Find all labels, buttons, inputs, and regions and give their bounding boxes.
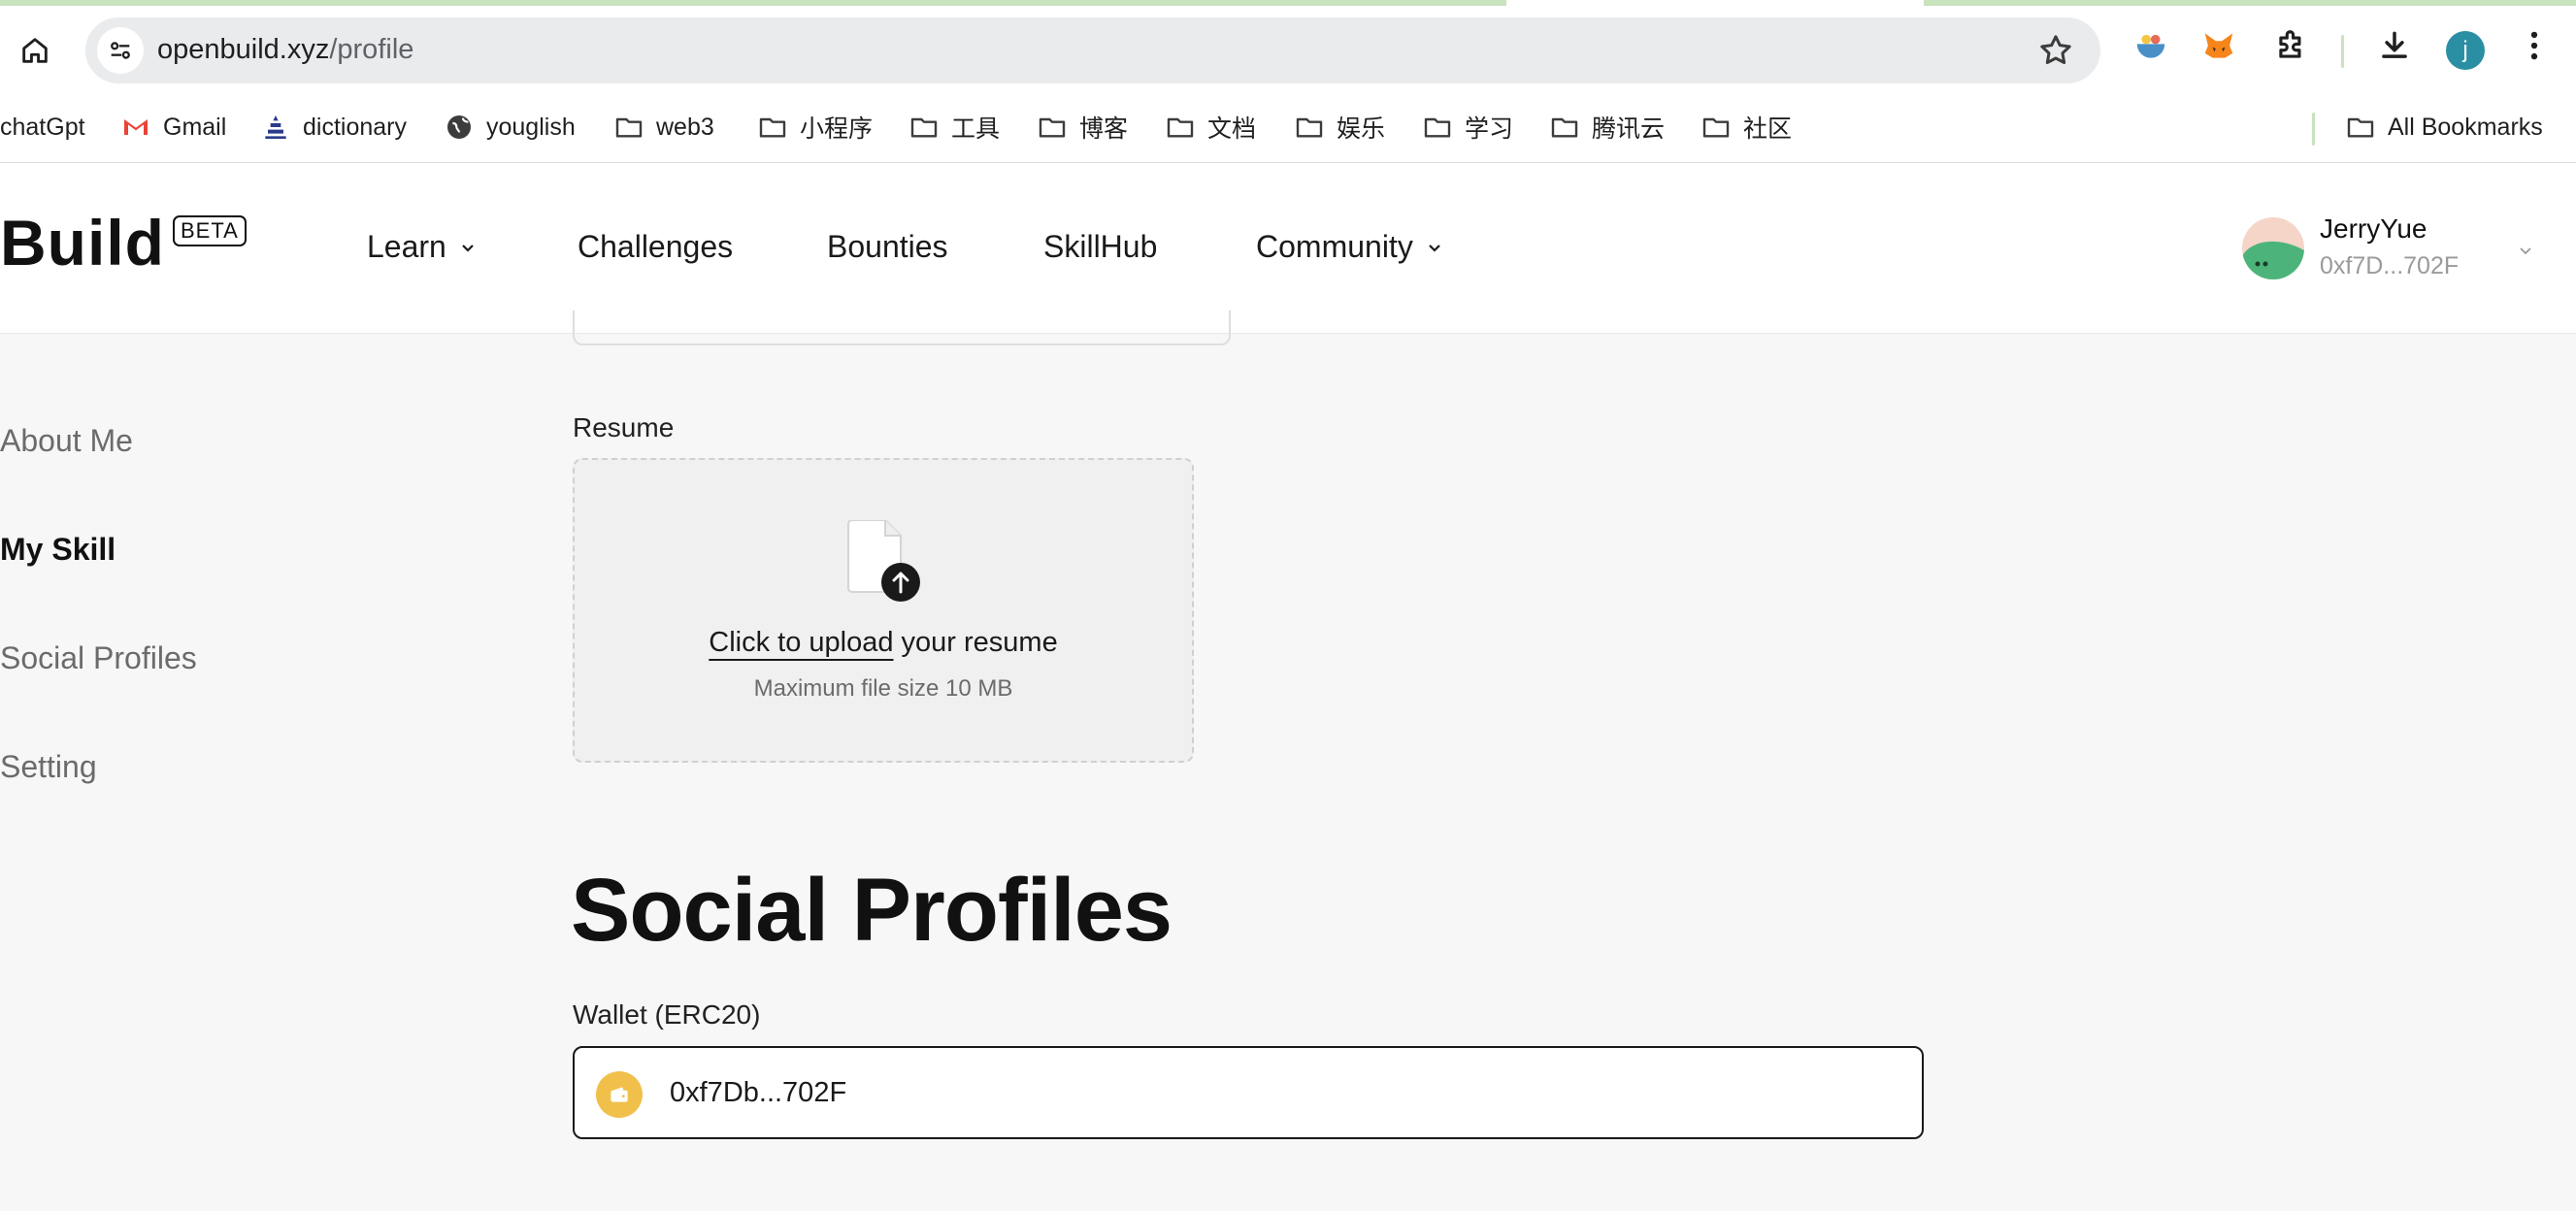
dictionary-icon	[265, 115, 286, 139]
user-name[interactable]: JerryYue	[2320, 213, 2427, 245]
nav-learn[interactable]: Learn	[367, 229, 479, 265]
folder-icon	[910, 117, 938, 138]
avatar[interactable]	[2242, 217, 2304, 279]
bookmark-folder-tools[interactable]: 工具	[908, 111, 1000, 144]
gmail-icon	[124, 119, 148, 135]
site-header: Build BETA Learn Challenges Bounties Ski…	[0, 163, 2576, 334]
wallet-address-value: 0xf7Db...702F	[670, 1077, 847, 1108]
bookmark-folder-entertainment[interactable]: 娱乐	[1294, 111, 1385, 144]
bookmarks-bar: chatGpt Gmail dictionary youglish web3 小…	[0, 105, 2576, 149]
bookmark-dictionary[interactable]: dictionary	[260, 111, 407, 144]
tab-strip	[0, 0, 2576, 6]
folder-icon	[1039, 117, 1066, 138]
bookmark-youglish[interactable]: youglish	[444, 111, 576, 144]
resume-upload-dropzone[interactable]: Click to upload your resume Maximum file…	[573, 458, 1194, 763]
wallet-field[interactable]: 0xf7Db...702F	[573, 1046, 1924, 1139]
nav-skillhub[interactable]: SkillHub	[1043, 229, 1157, 265]
home-icon	[22, 38, 48, 63]
bookmark-folder-study[interactable]: 学习	[1422, 111, 1513, 144]
sidebar-item-my-skill[interactable]: My Skill	[0, 532, 116, 568]
avatar-illustration	[2242, 241, 2304, 279]
tune-icon	[111, 42, 130, 59]
browser-chrome: openbuild.xyz/profile j chatGpt Gmail di…	[0, 0, 2576, 163]
extension-bowl-icon[interactable]	[2129, 23, 2173, 68]
sidebar-item-social-profiles[interactable]: Social Profiles	[0, 640, 197, 676]
metamask-fox-icon[interactable]	[2196, 23, 2241, 68]
toolbar-divider	[2341, 35, 2344, 68]
bookmark-chatgpt[interactable]: chatGpt	[0, 111, 85, 144]
chevron-down-icon[interactable]	[2514, 239, 2537, 262]
bookmark-star-icon[interactable]	[2036, 31, 2075, 70]
url-text[interactable]: openbuild.xyz/profile	[157, 34, 413, 66]
nav-challenges[interactable]: Challenges	[578, 229, 733, 265]
bookmark-folder-docs[interactable]: 文档	[1165, 111, 1256, 144]
upload-prompt: Click to upload your resume	[709, 627, 1058, 658]
previous-field-edge	[573, 311, 1231, 345]
user-address: 0xf7D...702F	[2320, 252, 2460, 279]
globe-icon	[447, 115, 471, 139]
chevron-down-icon	[1429, 244, 1440, 252]
all-bookmarks-button[interactable]: All Bookmarks	[2345, 111, 2543, 144]
folder-icon	[759, 117, 786, 138]
folder-icon	[1424, 117, 1451, 138]
bookmark-folder-blog[interactable]: 博客	[1037, 111, 1128, 144]
sidebar-item-about-me[interactable]: About Me	[0, 423, 133, 459]
bookmark-gmail[interactable]: Gmail	[120, 111, 226, 144]
site-info-button[interactable]	[97, 27, 144, 74]
folder-icon	[1167, 117, 1194, 138]
upload-size-hint: Maximum file size 10 MB	[753, 675, 1013, 702]
bookmark-folder-web3[interactable]: web3	[613, 111, 714, 144]
wallet-label: Wallet (ERC20)	[573, 999, 761, 1030]
beta-badge: BETA	[173, 215, 247, 246]
download-icon[interactable]	[2372, 23, 2417, 68]
bookmark-folder-community[interactable]: 社区	[1701, 111, 1792, 144]
folder-icon	[615, 117, 643, 138]
folder-icon	[1296, 117, 1323, 138]
folder-icon	[1551, 117, 1578, 138]
bookmark-folder-miniprogram[interactable]: 小程序	[757, 111, 873, 144]
wallet-icon	[596, 1071, 643, 1118]
folder-icon	[2347, 117, 2374, 138]
file-upload-icon	[847, 520, 920, 602]
nav-community[interactable]: Community	[1256, 229, 1446, 265]
site-logo[interactable]: Build	[0, 206, 165, 279]
menu-kebab-icon[interactable]	[2512, 23, 2557, 68]
folder-icon	[1702, 117, 1730, 138]
home-button[interactable]	[8, 23, 62, 78]
address-bar[interactable]: openbuild.xyz/profile	[85, 17, 2100, 83]
upload-link[interactable]: Click to upload	[709, 627, 893, 658]
extensions-puzzle-icon[interactable]	[2269, 23, 2314, 68]
nav-bounties[interactable]: Bounties	[827, 229, 948, 265]
resume-label: Resume	[573, 412, 675, 442]
browser-profile-avatar[interactable]: j	[2446, 31, 2485, 70]
chevron-down-icon	[462, 244, 474, 252]
bookmark-folder-tencent-cloud[interactable]: 腾讯云	[1549, 111, 1665, 144]
bookmarks-divider	[2312, 113, 2315, 146]
sidebar-item-setting[interactable]: Setting	[0, 749, 97, 785]
section-title-social-profiles: Social Profiles	[571, 861, 1172, 960]
